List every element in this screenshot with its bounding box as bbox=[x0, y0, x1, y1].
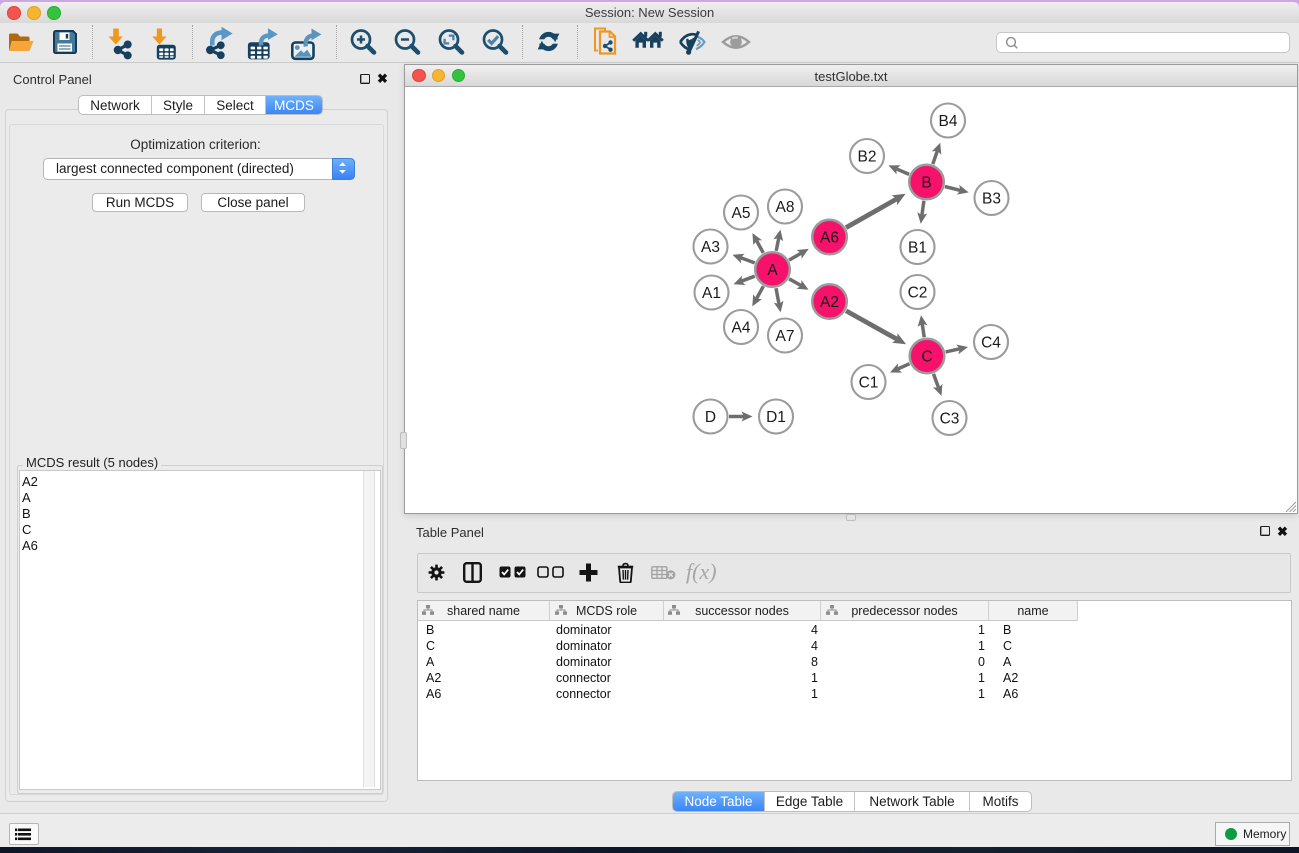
svg-text:B4: B4 bbox=[939, 113, 958, 130]
svg-text:B3: B3 bbox=[982, 191, 1001, 208]
svg-text:A3: A3 bbox=[701, 239, 720, 256]
svg-text:C3: C3 bbox=[940, 411, 960, 428]
svg-text:A4: A4 bbox=[732, 320, 751, 337]
svg-text:A2: A2 bbox=[820, 294, 839, 311]
svg-text:B2: B2 bbox=[858, 149, 877, 166]
svg-text:B1: B1 bbox=[908, 240, 927, 257]
svg-text:D1: D1 bbox=[766, 409, 786, 426]
svg-text:A1: A1 bbox=[702, 285, 721, 302]
svg-text:C1: C1 bbox=[859, 375, 879, 392]
svg-text:A8: A8 bbox=[776, 199, 795, 216]
svg-text:C2: C2 bbox=[908, 285, 928, 302]
svg-text:C: C bbox=[921, 349, 932, 366]
svg-text:C4: C4 bbox=[981, 335, 1001, 352]
svg-text:D: D bbox=[705, 409, 716, 426]
svg-text:A5: A5 bbox=[732, 205, 751, 222]
svg-text:B: B bbox=[921, 175, 931, 192]
svg-text:A: A bbox=[767, 262, 778, 279]
svg-text:A6: A6 bbox=[820, 230, 839, 247]
svg-text:A7: A7 bbox=[776, 328, 795, 345]
